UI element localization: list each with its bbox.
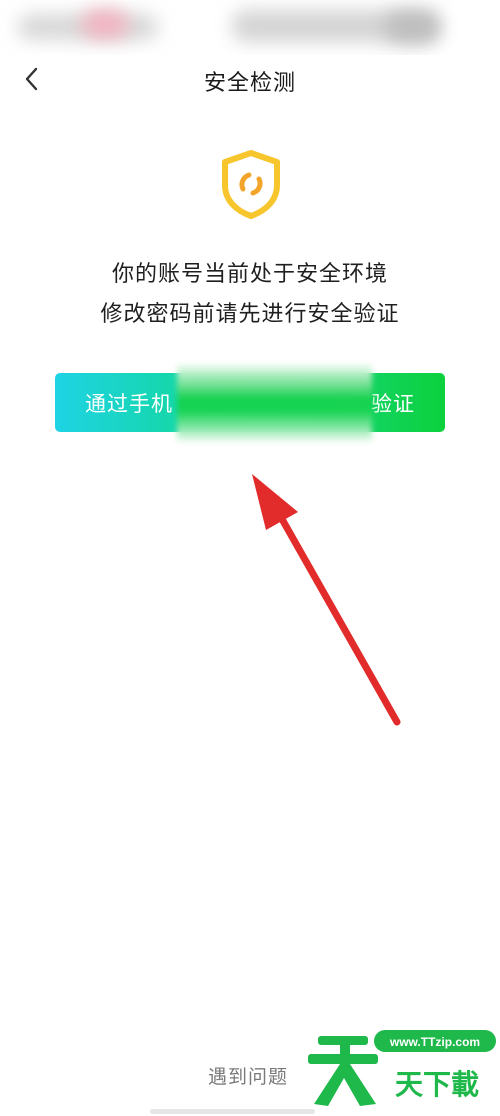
nav-bar: 安全检测: [0, 55, 500, 105]
watermark-url: www.TTzip.com: [389, 1035, 480, 1049]
status-blur-battery: [385, 12, 440, 42]
shield-icon: [222, 150, 280, 219]
message-line-2: 修改密码前请先进行安全验证: [100, 302, 400, 327]
verify-button-label-start: 通过手机: [85, 392, 173, 416]
status-bar: [0, 0, 500, 55]
verify-button-label-end: 验证: [371, 392, 415, 416]
watermark-logo: www.TTzip.com 天下載: [308, 1030, 496, 1106]
message-line-1: 你的账号当前处于安全环境: [111, 262, 388, 287]
watermark-text: 天下載: [395, 1068, 479, 1101]
help-link[interactable]: 遇到问题: [208, 1062, 288, 1089]
status-blur-accent: [82, 10, 128, 38]
home-indicator: [150, 1109, 315, 1114]
redaction-mosaic: [177, 364, 372, 442]
page-title: 安全检测: [203, 71, 296, 96]
annotation-arrow-icon: [252, 474, 401, 726]
security-message: 你的账号当前处于安全环境 修改密码前请先进行安全验证: [0, 255, 500, 335]
